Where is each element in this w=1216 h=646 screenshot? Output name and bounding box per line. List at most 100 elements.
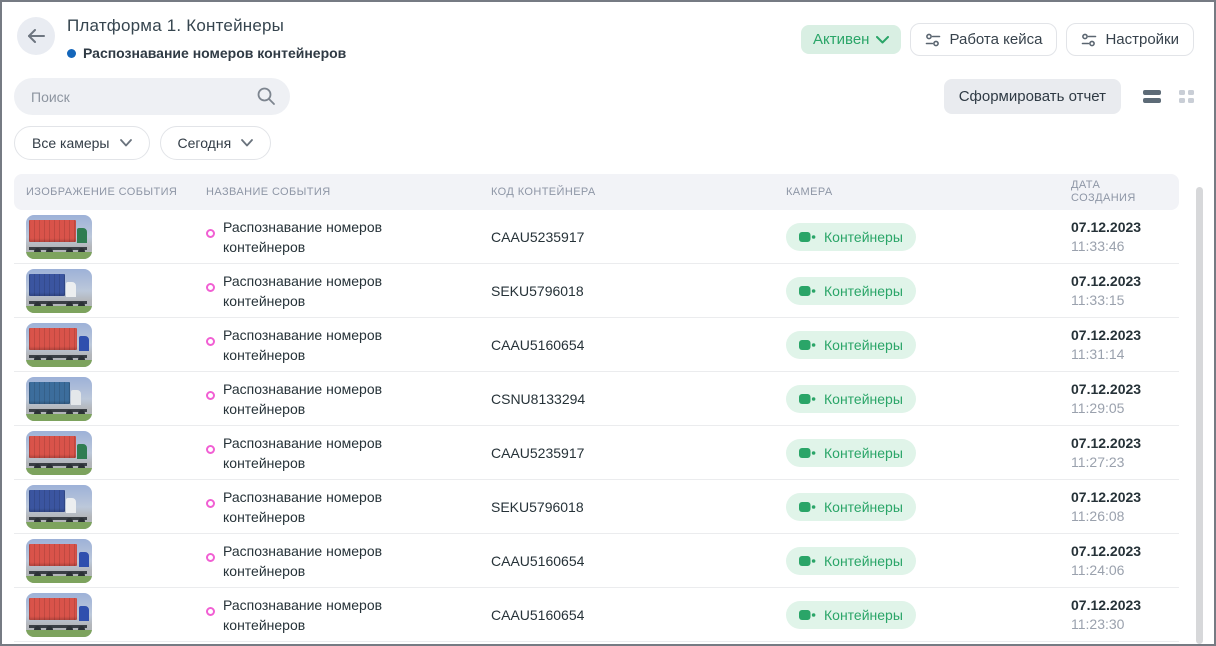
event-name: Распознавание номеров контейнеров (223, 541, 423, 581)
container-shape (29, 490, 65, 512)
event-thumbnail[interactable] (26, 593, 92, 637)
event-type-icon (206, 337, 215, 346)
table-row[interactable]: Распознавание номеров контейнеров CAAU52… (14, 210, 1179, 264)
event-time: 11:27:23 (1071, 453, 1159, 472)
container-code: SEKU5796018 (491, 283, 786, 299)
event-time: 11:29:05 (1071, 399, 1159, 418)
truck-cab-shape (77, 444, 87, 459)
search-icon (256, 86, 276, 106)
settings-label: Настройки (1105, 31, 1179, 48)
case-work-button[interactable]: Работа кейса (910, 23, 1057, 56)
case-status-dot-icon (67, 49, 76, 58)
table-row[interactable]: Распознавание номеров контейнеров SEKU57… (14, 264, 1179, 318)
grass-shape (26, 414, 92, 421)
container-code: CAAU5160654 (491, 337, 786, 353)
event-thumbnail[interactable] (26, 377, 92, 421)
camera-badge[interactable]: Контейнеры (786, 385, 916, 413)
sliders-icon (1081, 32, 1097, 48)
topbar: Платформа 1. Контейнеры Распознавание но… (2, 2, 1214, 61)
vertical-scrollbar[interactable] (1196, 187, 1203, 644)
table-row[interactable]: Распознавание номеров контейнеров CAAU51… (14, 588, 1179, 642)
back-button[interactable] (17, 17, 55, 55)
app-window: Платформа 1. Контейнеры Распознавание но… (0, 0, 1216, 646)
event-date: 07.12.2023 (1071, 488, 1159, 507)
container-code: CAAU5160654 (491, 553, 786, 569)
column-header-code: КОД КОНТЕЙНЕРА (491, 181, 786, 204)
generate-report-button[interactable]: Сформировать отчет (944, 79, 1121, 114)
grass-shape (26, 630, 92, 637)
camera-badge-label: Контейнеры (824, 283, 903, 299)
video-camera-icon (799, 339, 816, 351)
column-header-date: ДАТА СОЗДАНИЯ (1071, 174, 1161, 210)
column-header-event: НАЗВАНИЕ СОБЫТИЯ (206, 181, 491, 204)
date-filter-dropdown[interactable]: Сегодня (160, 126, 272, 160)
table-body: Распознавание номеров контейнеров CAAU52… (14, 210, 1179, 642)
container-code: CAAU5235917 (491, 445, 786, 461)
truck-cab-shape (77, 228, 87, 243)
filters: Все камеры Сегодня (2, 126, 1214, 160)
grass-shape (26, 360, 92, 367)
truck-cab-shape (79, 552, 89, 567)
container-shape (29, 544, 78, 566)
grid-view-button[interactable] (1179, 90, 1194, 103)
video-camera-icon (799, 231, 816, 243)
settings-button[interactable]: Настройки (1066, 23, 1194, 56)
page-title: Платформа 1. Контейнеры (67, 15, 346, 36)
table-row[interactable]: Распознавание номеров контейнеров SEKU57… (14, 480, 1179, 534)
camera-badge-label: Контейнеры (824, 499, 903, 515)
container-shape (29, 220, 77, 242)
video-camera-icon (799, 285, 816, 297)
container-code: CAAU5235917 (491, 229, 786, 245)
event-date: 07.12.2023 (1071, 380, 1159, 399)
status-dropdown[interactable]: Активен (801, 25, 901, 54)
event-thumbnail[interactable] (26, 323, 92, 367)
list-view-icon (1143, 90, 1161, 103)
events-table: ИЗОБРАЖЕНИЕ СОБЫТИЯ НАЗВАНИЕ СОБЫТИЯ КОД… (14, 174, 1179, 642)
event-name: Распознавание номеров контейнеров (223, 379, 423, 419)
event-name: Распознавание номеров контейнеров (223, 217, 423, 257)
camera-badge-label: Контейнеры (824, 445, 903, 461)
table-row[interactable]: Распознавание номеров контейнеров CAAU51… (14, 534, 1179, 588)
event-thumbnail[interactable] (26, 269, 92, 313)
table-row[interactable]: Распознавание номеров контейнеров CSNU81… (14, 372, 1179, 426)
container-shape (29, 598, 78, 620)
table-row[interactable]: Распознавание номеров контейнеров CAAU51… (14, 318, 1179, 372)
camera-badge[interactable]: Контейнеры (786, 277, 916, 305)
camera-badge-label: Контейнеры (824, 229, 903, 245)
grid-view-icon (1179, 90, 1194, 103)
container-code: CSNU8133294 (491, 391, 786, 407)
camera-badge-label: Контейнеры (824, 391, 903, 407)
camera-badge[interactable]: Контейнеры (786, 601, 916, 629)
table-header: ИЗОБРАЖЕНИЕ СОБЫТИЯ НАЗВАНИЕ СОБЫТИЯ КОД… (14, 174, 1179, 210)
table-row[interactable]: Распознавание номеров контейнеров CAAU52… (14, 426, 1179, 480)
event-thumbnail[interactable] (26, 539, 92, 583)
grass-shape (26, 522, 92, 529)
camera-badge[interactable]: Контейнеры (786, 223, 916, 251)
event-thumbnail[interactable] (26, 431, 92, 475)
camera-badge[interactable]: Контейнеры (786, 331, 916, 359)
event-name: Распознавание номеров контейнеров (223, 487, 423, 527)
grass-shape (26, 306, 92, 313)
event-name: Распознавание номеров контейнеров (223, 433, 423, 473)
event-thumbnail[interactable] (26, 215, 92, 259)
case-work-label: Работа кейса (949, 31, 1042, 48)
event-thumbnail[interactable] (26, 485, 92, 529)
list-view-button[interactable] (1143, 90, 1161, 103)
grass-shape (26, 468, 92, 475)
event-time: 11:23:30 (1071, 615, 1159, 634)
truck-cab-shape (66, 498, 76, 513)
camera-badge[interactable]: Контейнеры (786, 439, 916, 467)
event-name: Распознавание номеров контейнеров (223, 325, 423, 365)
cameras-filter-dropdown[interactable]: Все камеры (14, 126, 150, 160)
search-input[interactable] (14, 78, 290, 115)
column-header-image: ИЗОБРАЖЕНИЕ СОБЫТИЯ (26, 181, 206, 204)
sliders-icon (925, 32, 941, 48)
event-date: 07.12.2023 (1071, 218, 1159, 237)
camera-badge[interactable]: Контейнеры (786, 547, 916, 575)
video-camera-icon (799, 501, 816, 513)
camera-badge[interactable]: Контейнеры (786, 493, 916, 521)
truck-cab-shape (71, 390, 81, 405)
truck-cab-shape (66, 282, 76, 297)
video-camera-icon (799, 609, 816, 621)
event-date: 07.12.2023 (1071, 272, 1159, 291)
